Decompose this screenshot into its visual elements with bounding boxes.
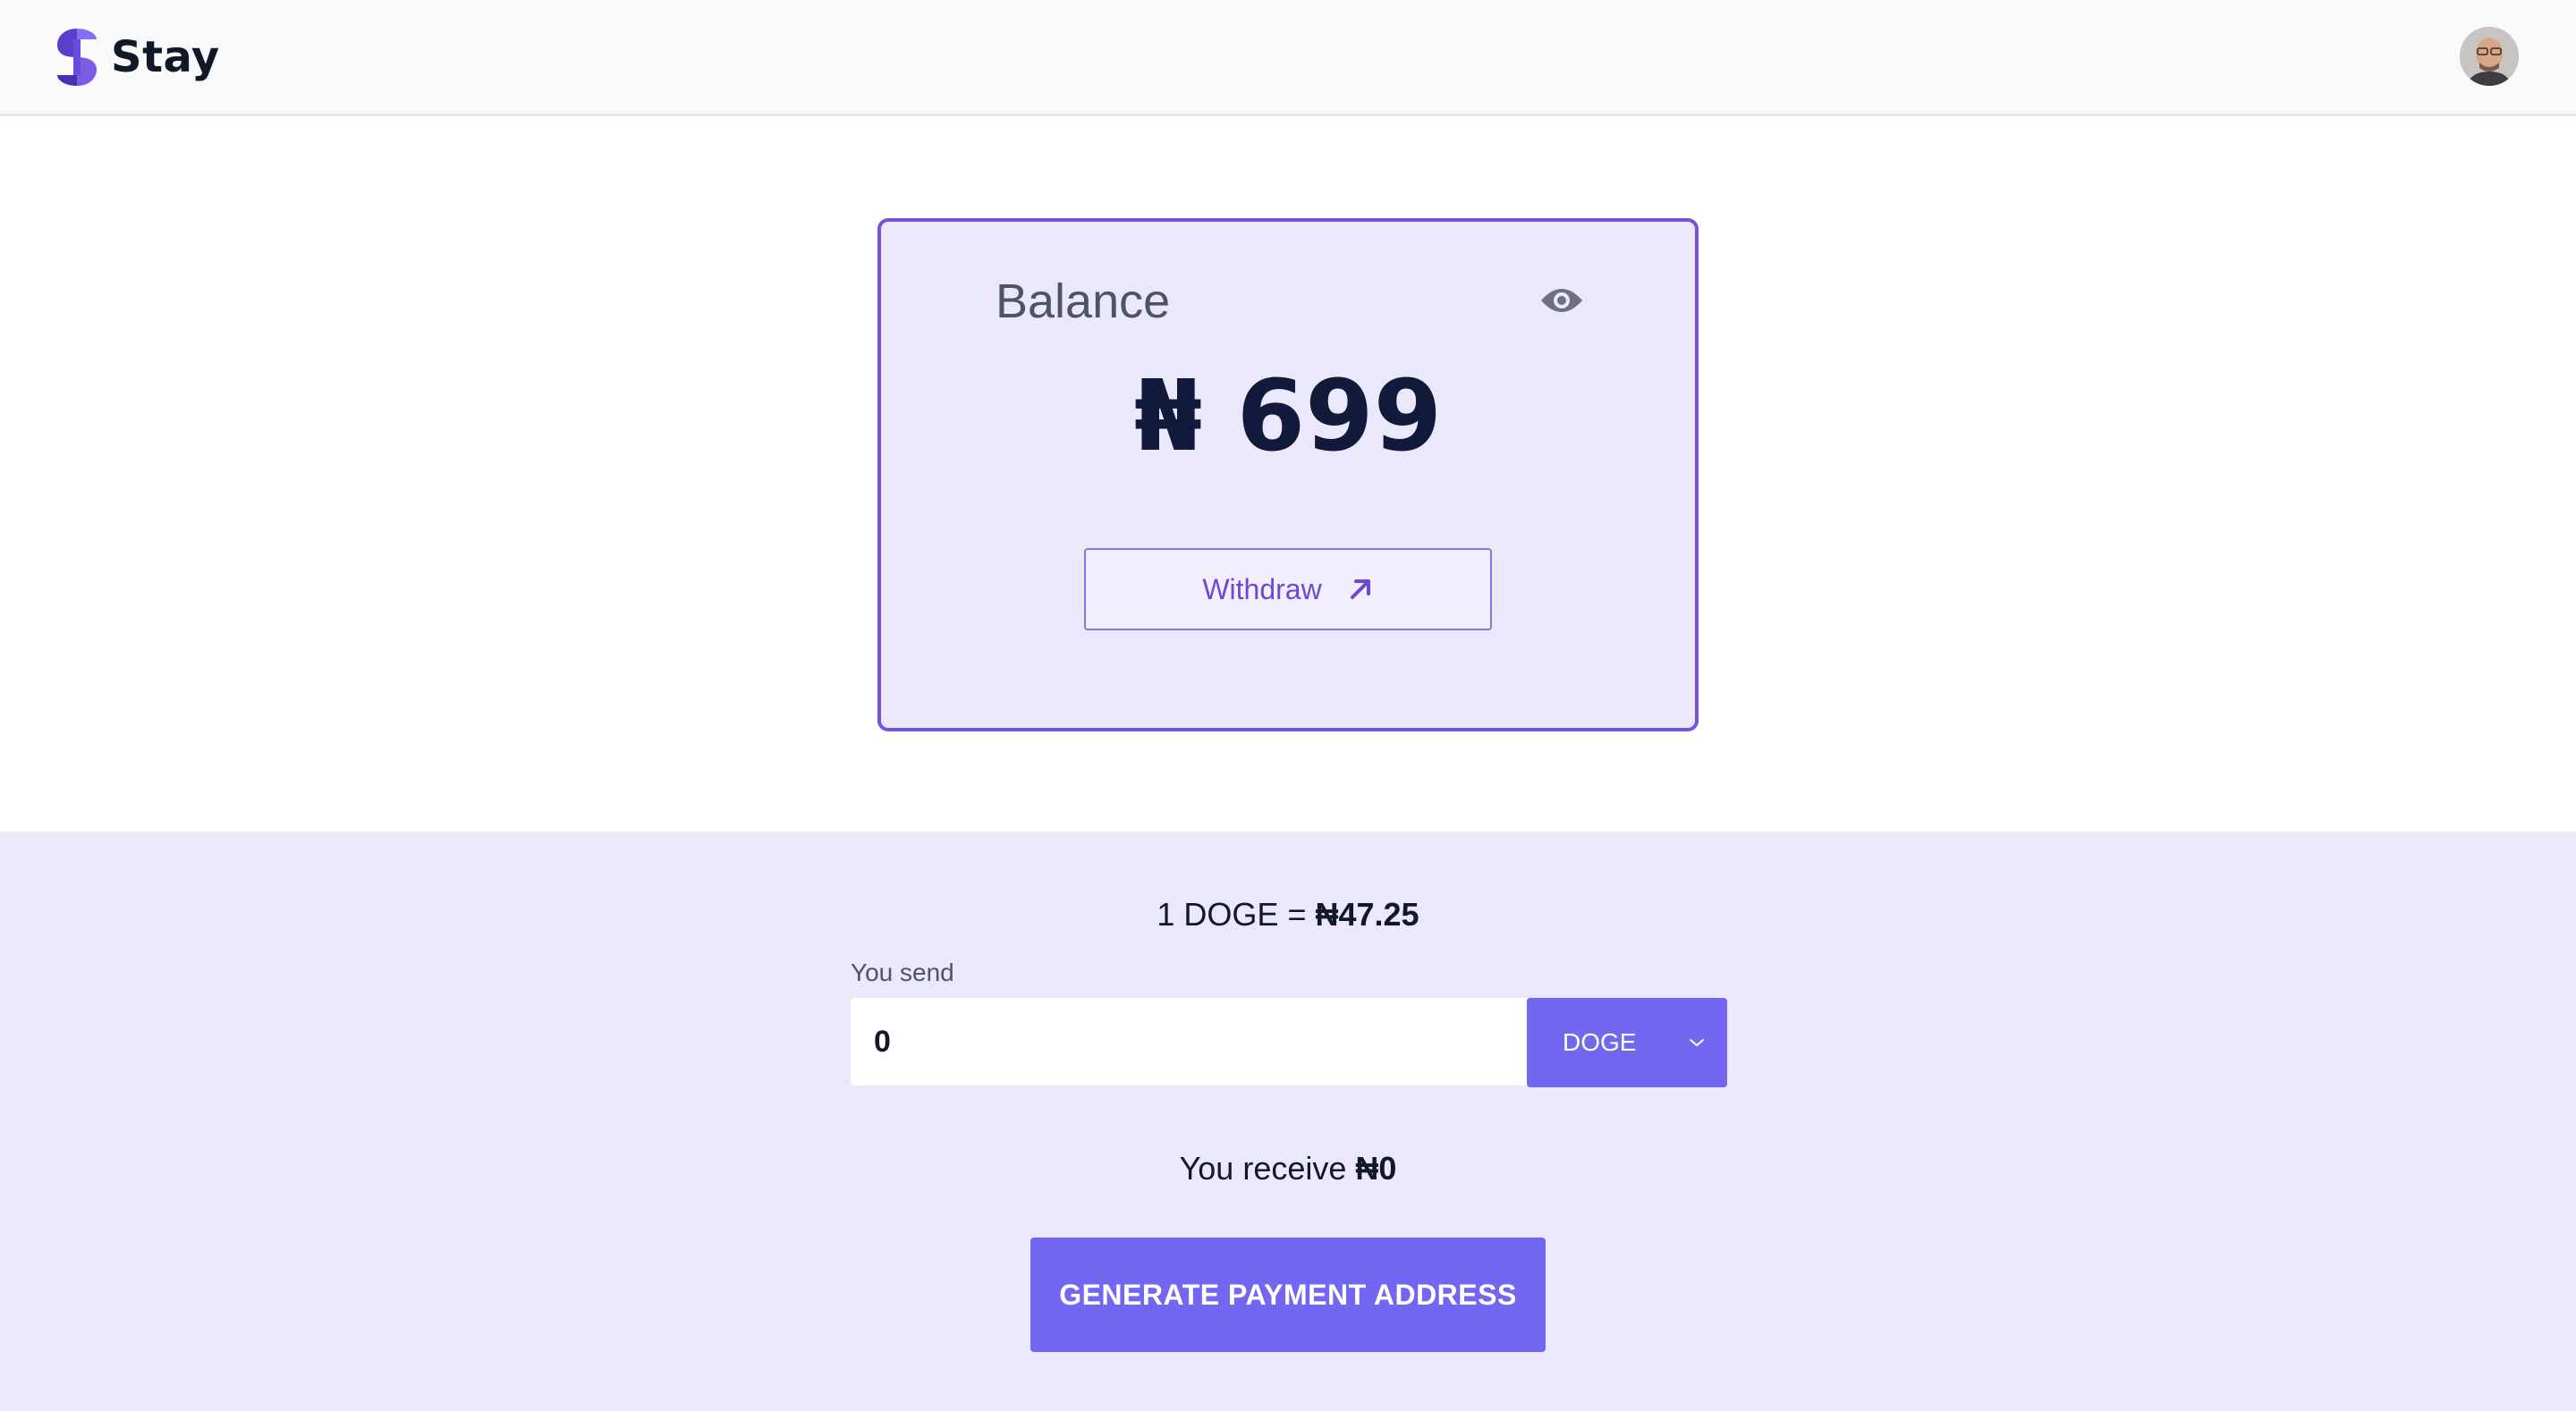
receive-amount: You receive ₦0 [0, 1150, 2576, 1187]
receive-value: ₦0 [1355, 1150, 1397, 1187]
toggle-visibility-button[interactable] [1539, 283, 1584, 318]
balance-label: Balance [996, 275, 1171, 328]
receive-prefix: You receive [1179, 1150, 1356, 1187]
top-header: Stay [0, 0, 2576, 116]
balance-amount: ₦ 699 [1133, 359, 1443, 473]
generate-payment-address-button[interactable]: GENERATE PAYMENT ADDRESS [1030, 1238, 1546, 1352]
withdraw-label: Withdraw [1202, 572, 1322, 605]
user-avatar[interactable] [2460, 27, 2519, 86]
chevron-down-icon [1690, 1039, 1704, 1046]
exchange-rate: 1 DOGE = ₦47.25 [0, 896, 2576, 934]
arrow-up-right-icon [1350, 579, 1370, 599]
rate-value: ₦47.25 [1315, 896, 1419, 933]
currency-selected: DOGE [1563, 1028, 1637, 1056]
avatar-icon [2460, 27, 2519, 86]
exchange-section: 1 DOGE = ₦47.25 You send DOGE You receiv… [0, 832, 2576, 1411]
brand-name: Stay [111, 32, 220, 82]
currency-select[interactable]: DOGE [1527, 998, 1727, 1087]
stay-logo-icon [57, 29, 97, 86]
send-label: You send [851, 959, 954, 986]
send-amount-input[interactable] [851, 998, 1527, 1086]
balance-card: Balance ₦ 699 Withdraw [877, 218, 1699, 731]
rate-prefix: 1 DOGE = [1157, 896, 1316, 933]
eye-icon [1541, 289, 1582, 312]
brand[interactable]: Stay [55, 27, 220, 88]
withdraw-button[interactable]: Withdraw [1084, 548, 1492, 630]
